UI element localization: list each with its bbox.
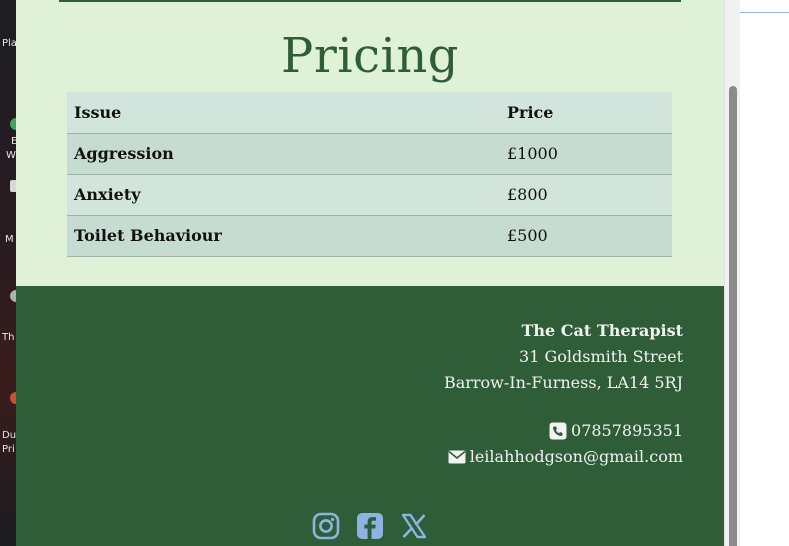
table-row: Toilet Behaviour £500 bbox=[67, 215, 672, 257]
desktop-icon-label: Th bbox=[2, 332, 15, 343]
email-link[interactable]: leilahhodgson@gmail.com bbox=[470, 444, 683, 470]
vertical-scrollbar[interactable] bbox=[724, 0, 740, 546]
adjacent-window bbox=[740, 0, 789, 546]
price-cell: £500 bbox=[500, 215, 672, 257]
site-footer: The Cat Therapist 31 Goldsmith Street Ba… bbox=[16, 286, 724, 546]
desktop-icon-label: Pla bbox=[2, 38, 16, 49]
table-row: Anxiety £800 bbox=[67, 174, 672, 216]
price-cell: £800 bbox=[500, 174, 672, 216]
section-divider bbox=[59, 0, 681, 2]
phone-icon bbox=[549, 422, 567, 440]
issue-cell: Aggression bbox=[67, 133, 500, 175]
table-row: Aggression £1000 bbox=[67, 133, 672, 175]
column-header-issue: Issue bbox=[67, 92, 500, 134]
address-line-1: 31 Goldsmith Street bbox=[519, 347, 683, 366]
x-icon[interactable] bbox=[400, 512, 428, 540]
scrollbar-thumb[interactable] bbox=[729, 86, 737, 546]
address-block: The Cat Therapist 31 Goldsmith Street Ba… bbox=[444, 318, 683, 396]
address-line-2: Barrow-In-Furness, LA14 5RJ bbox=[443, 373, 683, 392]
social-links bbox=[16, 512, 724, 540]
column-header-price: Price bbox=[500, 92, 672, 134]
page-viewport: Pricing Issue Price Aggression £1000 Anx… bbox=[16, 0, 724, 546]
email-row: leilahhodgson@gmail.com bbox=[448, 444, 683, 470]
pricing-table: Issue Price Aggression £1000 Anxiety £80… bbox=[67, 92, 672, 257]
instagram-icon[interactable] bbox=[312, 512, 340, 540]
desktop-icon-label: M bbox=[5, 234, 14, 245]
facebook-icon[interactable] bbox=[356, 512, 384, 540]
desktop-icon-label: Pri bbox=[2, 444, 15, 455]
window-edge-line bbox=[740, 12, 789, 13]
issue-cell: Toilet Behaviour bbox=[67, 215, 500, 257]
price-cell: £1000 bbox=[500, 133, 672, 175]
issue-cell: Anxiety bbox=[67, 174, 500, 216]
phone-link[interactable]: 07857895351 bbox=[571, 418, 683, 444]
phone-row: 07857895351 bbox=[448, 418, 683, 444]
table-header-row: Issue Price bbox=[67, 92, 672, 134]
contact-block: 07857895351 leilahhodgson@gmail.com bbox=[448, 418, 683, 470]
desktop-strip: Pla E W M Th Du Pri bbox=[0, 0, 16, 546]
desktop-icon-label: Du bbox=[2, 430, 16, 441]
desktop-icon-label: W bbox=[6, 150, 16, 161]
page-title: Pricing bbox=[281, 28, 459, 84]
business-name: The Cat Therapist bbox=[521, 321, 683, 340]
envelope-icon bbox=[448, 450, 466, 464]
